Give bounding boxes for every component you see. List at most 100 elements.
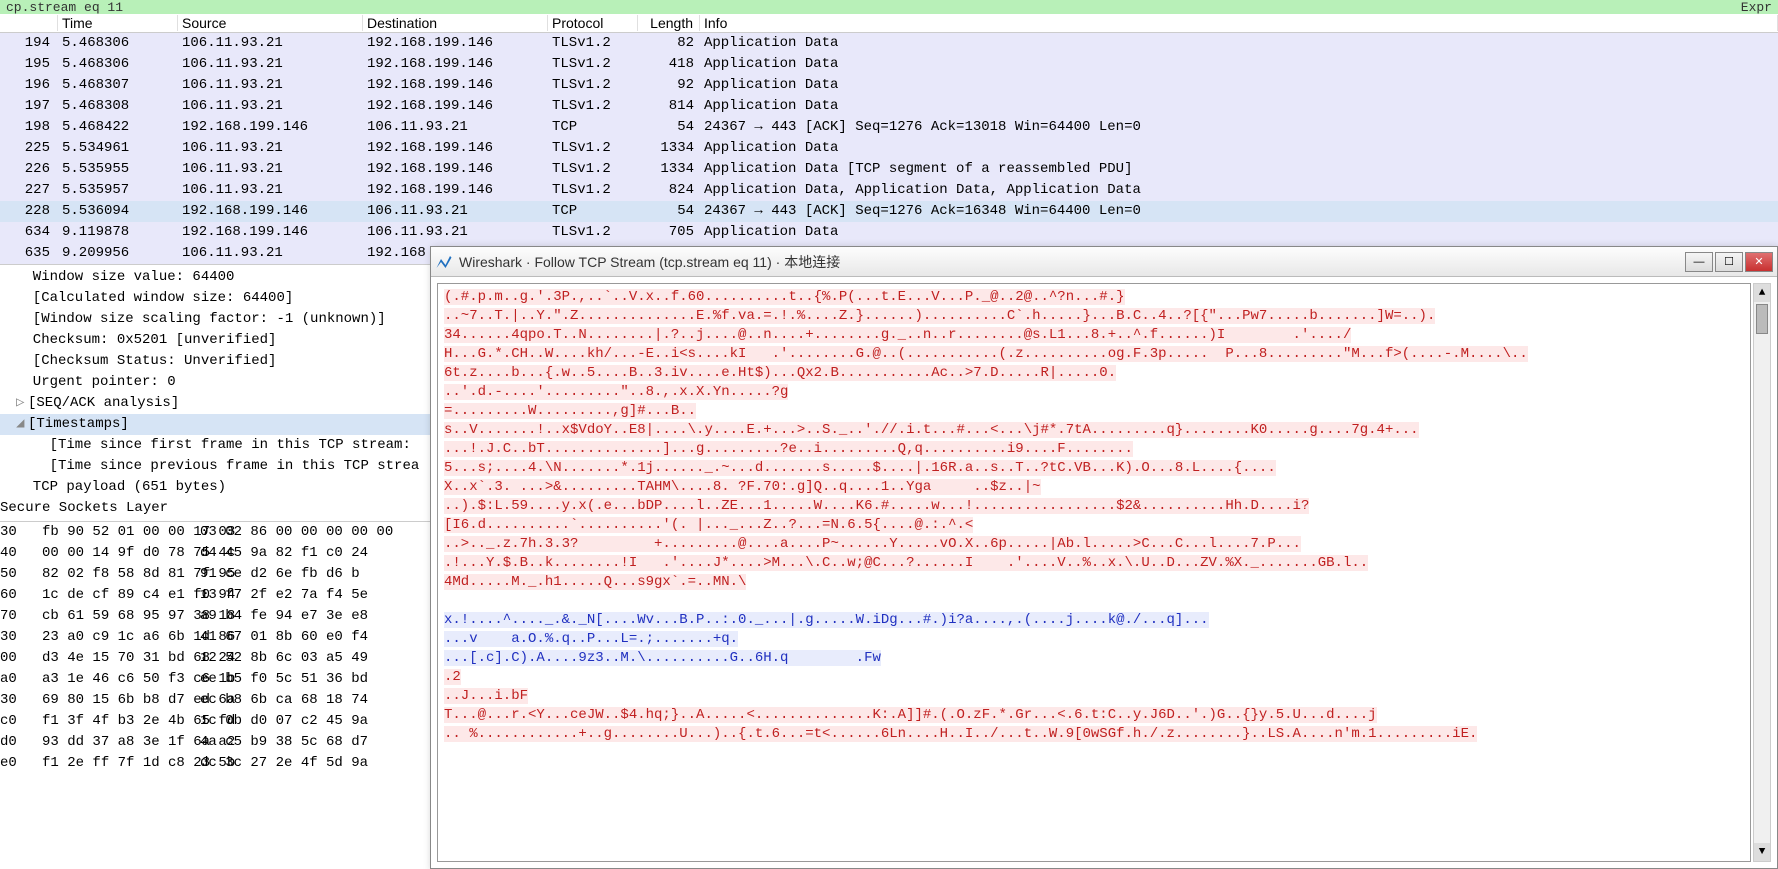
cell-proto: TLSv1.2	[548, 54, 638, 75]
cell-no: 227	[0, 180, 58, 201]
cell-len: 54	[638, 201, 700, 222]
cell-len: 814	[638, 96, 700, 117]
scroll-down-icon[interactable]: ▼	[1754, 843, 1770, 861]
col-header-length[interactable]: Length	[638, 15, 700, 31]
cell-no: 196	[0, 75, 58, 96]
packet-row[interactable]: 6349.119878192.168.199.146106.11.93.21TL…	[0, 222, 1778, 243]
packet-row[interactable]: 2275.535957106.11.93.21192.168.199.146TL…	[0, 180, 1778, 201]
cell-len: 824	[638, 180, 700, 201]
col-header-protocol[interactable]: Protocol	[548, 15, 638, 31]
packet-row[interactable]: 1985.468422192.168.199.146106.11.93.21TC…	[0, 117, 1778, 138]
cell-proto: TLSv1.2	[548, 75, 638, 96]
cell-info: Application Data	[700, 33, 1778, 54]
cell-no: 226	[0, 159, 58, 180]
dialog-title: Wireshark · Follow TCP Stream (tcp.strea…	[459, 252, 1685, 272]
filter-bar[interactable]: cp.stream eq 11 Expr	[0, 0, 1778, 14]
cell-info: Application Data [TCP segment of a reass…	[700, 159, 1778, 180]
scroll-up-icon[interactable]: ▲	[1754, 284, 1770, 302]
cell-dst: 192.168.199.146	[363, 180, 548, 201]
cell-no: 197	[0, 96, 58, 117]
cell-dst: 106.11.93.21	[363, 201, 548, 222]
maximize-button[interactable]: ☐	[1715, 252, 1743, 272]
follow-stream-dialog: Wireshark · Follow TCP Stream (tcp.strea…	[430, 246, 1778, 869]
scrollbar[interactable]: ▲ ▼	[1753, 283, 1771, 862]
col-header-source[interactable]: Source	[178, 15, 363, 31]
cell-no: 194	[0, 33, 58, 54]
cell-dst: 192.168.199.146	[363, 33, 548, 54]
col-header-time[interactable]: Time	[58, 15, 178, 31]
cell-info: Application Data	[700, 138, 1778, 159]
cell-src: 106.11.93.21	[178, 243, 363, 264]
cell-dst: 192.168.199.146	[363, 54, 548, 75]
cell-info: Application Data, Application Data, Appl…	[700, 180, 1778, 201]
scroll-track[interactable]	[1754, 336, 1770, 843]
cell-proto: TLSv1.2	[548, 180, 638, 201]
packet-headers[interactable]: Time Source Destination Protocol Length …	[0, 14, 1778, 33]
packet-row[interactable]: 1945.468306106.11.93.21192.168.199.146TL…	[0, 33, 1778, 54]
packet-row[interactable]: 2285.536094192.168.199.146106.11.93.21TC…	[0, 201, 1778, 222]
cell-dst: 106.11.93.21	[363, 222, 548, 243]
cell-time: 9.119878	[58, 222, 178, 243]
packet-row[interactable]: 2265.535955106.11.93.21192.168.199.146TL…	[0, 159, 1778, 180]
cell-src: 106.11.93.21	[178, 96, 363, 117]
cell-proto: TCP	[548, 117, 638, 138]
cell-info: Application Data	[700, 96, 1778, 117]
cell-src: 106.11.93.21	[178, 159, 363, 180]
col-header-no[interactable]	[0, 15, 58, 31]
close-button[interactable]: ✕	[1745, 252, 1773, 272]
cell-proto: TLSv1.2	[548, 138, 638, 159]
cell-src: 106.11.93.21	[178, 54, 363, 75]
stream-segment: x.!....^...._.&._N[....Wv...B.P..:.0._..…	[444, 612, 1209, 666]
dialog-body: (.#.p.m..g.'.3P.,..`..V.x..f.60.........…	[431, 277, 1777, 868]
cell-info: Application Data	[700, 75, 1778, 96]
filter-right: Expr	[1741, 0, 1772, 14]
packet-row[interactable]: 1955.468306106.11.93.21192.168.199.146TL…	[0, 54, 1778, 75]
cell-src: 192.168.199.146	[178, 201, 363, 222]
cell-info: 24367 → 443 [ACK] Seq=1276 Ack=16348 Win…	[700, 201, 1778, 222]
cell-info: 24367 → 443 [ACK] Seq=1276 Ack=13018 Win…	[700, 117, 1778, 138]
packet-row[interactable]: 1965.468307106.11.93.21192.168.199.146TL…	[0, 75, 1778, 96]
cell-len: 92	[638, 75, 700, 96]
cell-len: 82	[638, 33, 700, 54]
cell-src: 106.11.93.21	[178, 138, 363, 159]
cell-time: 5.468307	[58, 75, 178, 96]
cell-time: 9.209956	[58, 243, 178, 264]
cell-time: 5.468306	[58, 33, 178, 54]
cell-no: 225	[0, 138, 58, 159]
expand-icon[interactable]: ▷	[16, 393, 28, 414]
cell-src: 192.168.199.146	[178, 117, 363, 138]
stream-segment: (.#.p.m..g.'.3P.,..`..V.x..f.60.........…	[444, 289, 1528, 590]
scroll-thumb[interactable]	[1756, 304, 1768, 334]
cell-proto: TLSv1.2	[548, 159, 638, 180]
cell-no: 195	[0, 54, 58, 75]
cell-time: 5.468308	[58, 96, 178, 117]
cell-time: 5.535955	[58, 159, 178, 180]
cell-len: 418	[638, 54, 700, 75]
cell-len: 1334	[638, 159, 700, 180]
cell-proto: TCP	[548, 201, 638, 222]
col-header-info[interactable]: Info	[700, 15, 1778, 31]
cell-no: 634	[0, 222, 58, 243]
stream-content[interactable]: (.#.p.m..g.'.3P.,..`..V.x..f.60.........…	[437, 283, 1751, 862]
cell-time: 5.534961	[58, 138, 178, 159]
cell-no: 635	[0, 243, 58, 264]
dialog-titlebar[interactable]: Wireshark · Follow TCP Stream (tcp.strea…	[431, 247, 1777, 277]
cell-dst: 192.168.199.146	[363, 159, 548, 180]
cell-dst: 192.168.199.146	[363, 96, 548, 117]
cell-len: 54	[638, 117, 700, 138]
cell-src: 192.168.199.146	[178, 222, 363, 243]
col-header-destination[interactable]: Destination	[363, 15, 548, 31]
cell-info: Application Data	[700, 54, 1778, 75]
cell-src: 106.11.93.21	[178, 180, 363, 201]
cell-time: 5.535957	[58, 180, 178, 201]
cell-dst: 192.168.199.146	[363, 138, 548, 159]
minimize-button[interactable]: —	[1685, 252, 1713, 272]
packet-row[interactable]: 1975.468308106.11.93.21192.168.199.146TL…	[0, 96, 1778, 117]
filter-text: cp.stream eq 11	[6, 0, 123, 14]
expand-icon[interactable]: ◢	[16, 414, 28, 435]
cell-info: Application Data	[700, 222, 1778, 243]
cell-src: 106.11.93.21	[178, 75, 363, 96]
cell-proto: TLSv1.2	[548, 222, 638, 243]
packet-list: Time Source Destination Protocol Length …	[0, 14, 1778, 264]
packet-row[interactable]: 2255.534961106.11.93.21192.168.199.146TL…	[0, 138, 1778, 159]
